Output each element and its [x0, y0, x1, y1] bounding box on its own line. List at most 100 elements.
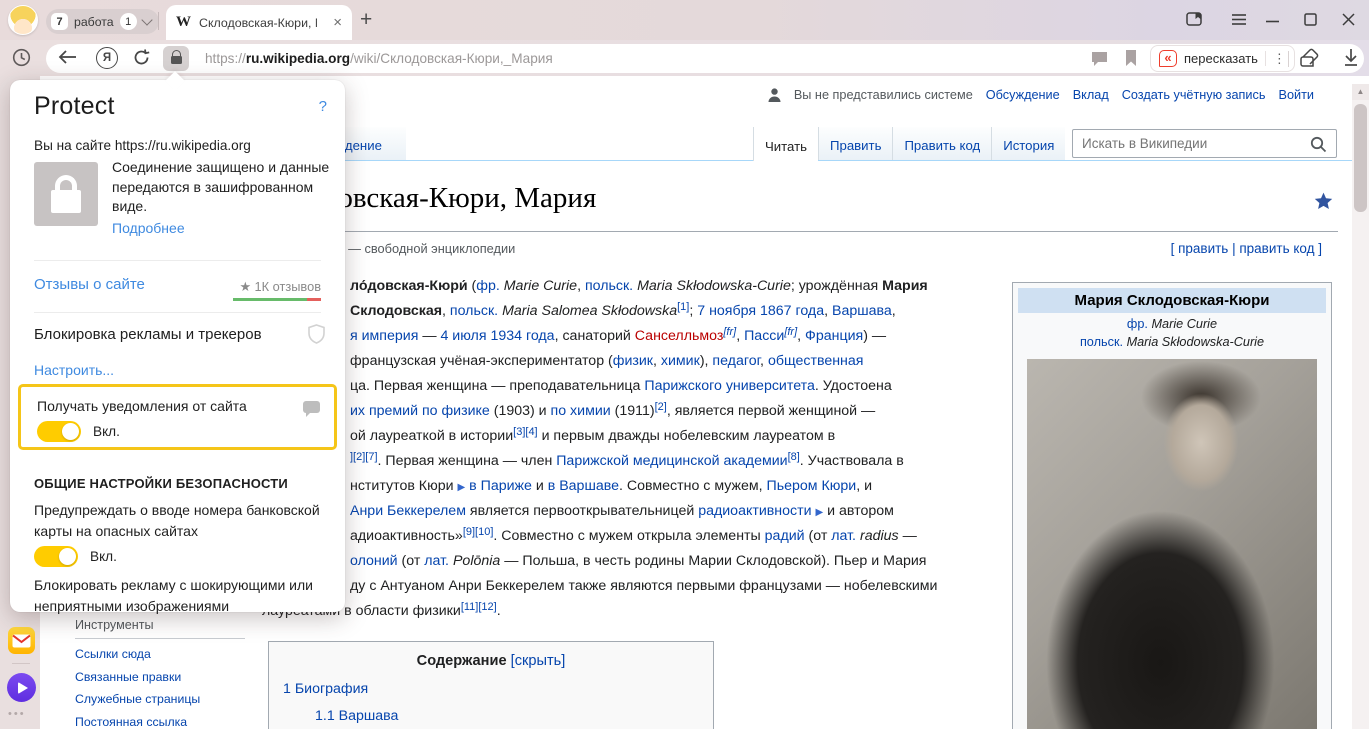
wiki-link[interactable]: 4 июля [440, 328, 486, 344]
card-warning-toggle[interactable] [34, 546, 78, 567]
tab-edit-source[interactable]: Править код [892, 127, 991, 160]
retell-more-icon[interactable]: ⋮ [1273, 51, 1286, 67]
wiki-link[interactable]: [2] [655, 401, 667, 413]
active-browser-tab[interactable]: W Склодовская-Кюри, Ма × [166, 5, 352, 40]
wiki-link[interactable]: фр. [476, 278, 500, 294]
wiki-link[interactable]: олоний [350, 553, 398, 569]
scrollbar[interactable]: ▲ [1352, 84, 1369, 729]
notifications-toggle[interactable] [37, 421, 81, 442]
minimize-button[interactable] [1266, 20, 1279, 23]
wiki-link[interactable]: 7 ноября [697, 303, 756, 319]
menu-icon[interactable] [1231, 13, 1247, 26]
personal-link-talk[interactable]: Обсуждение [986, 88, 1060, 102]
wiki-link[interactable]: лат. [424, 553, 449, 569]
wiki-link[interactable]: общественная [768, 353, 864, 369]
screen: Вы не представились системе Обсуждение В… [0, 0, 1369, 729]
retell-button[interactable]: « пересказать ⋮ [1150, 45, 1295, 72]
maximize-button[interactable] [1304, 13, 1317, 26]
alice-assistant-icon[interactable] [7, 673, 36, 702]
article-text-line: ду с Антуаном Анри Беккерелем также явля… [350, 574, 937, 599]
close-window-button[interactable] [1342, 13, 1355, 26]
wiki-link[interactable]: Франция [805, 328, 863, 344]
wiki-link[interactable]: химик [661, 353, 700, 369]
watch-star-icon[interactable] [1314, 192, 1333, 210]
history-clock-icon[interactable] [12, 48, 31, 67]
tool-link-relatedchanges[interactable]: Связанные правки [75, 670, 245, 684]
wiki-link[interactable]: радий [765, 528, 805, 544]
wiki-link[interactable]: Санселльмоз [635, 328, 724, 344]
wiki-link[interactable]: Парижского университета [644, 378, 814, 394]
lock-icon[interactable] [163, 46, 189, 71]
search-icon[interactable] [1310, 136, 1327, 153]
tool-link-permalink[interactable]: Постоянная ссылка [75, 715, 245, 729]
yandex-home-icon[interactable]: Я [96, 47, 118, 69]
mail-icon[interactable] [8, 627, 35, 654]
configure-link[interactable]: Настроить... [34, 362, 114, 378]
tab-edit[interactable]: Править [818, 127, 892, 160]
bookmark-icon[interactable] [1124, 49, 1138, 67]
scrollbar-thumb[interactable] [1354, 104, 1367, 212]
wiki-link[interactable]: по химии [551, 403, 611, 419]
wiki-link[interactable]: в Варшаве [548, 478, 619, 494]
sidebar-more-icon[interactable]: ••• [8, 708, 26, 720]
wiki-link[interactable]: [11][12] [461, 601, 497, 613]
wiki-link[interactable]: Парижской медицинской академии [556, 453, 787, 469]
tool-link-whatlinkshere[interactable]: Ссылки сюда [75, 647, 245, 661]
tool-link-specialpages[interactable]: Служебные страницы [75, 692, 245, 706]
personal-link-contribs[interactable]: Вклад [1073, 88, 1109, 102]
wiki-link[interactable]: Варшава [832, 303, 892, 319]
wiki-link[interactable]: 1934 года [490, 328, 554, 344]
wiki-link[interactable]: [9][10] [463, 526, 494, 538]
wiki-link[interactable]: лат. [831, 528, 856, 544]
wiki-link[interactable]: педагог [712, 353, 760, 369]
wiki-link[interactable]: польск. [585, 278, 633, 294]
help-link[interactable]: ? [319, 98, 327, 115]
profile-avatar[interactable] [8, 5, 38, 35]
collections-icon[interactable] [1300, 48, 1322, 68]
details-link[interactable]: Подробнее [112, 220, 185, 236]
comment-icon[interactable] [1090, 50, 1109, 67]
wiki-link[interactable]: [3][4] [513, 426, 537, 438]
wiki-link[interactable]: я империя [350, 328, 418, 344]
tab-history[interactable]: История [991, 127, 1065, 160]
wiki-link[interactable]: в Париже [469, 478, 532, 494]
wiki-link[interactable]: [fr] [723, 326, 736, 338]
new-tab-button[interactable]: + [360, 8, 372, 32]
portrait-photo[interactable] [1027, 359, 1317, 729]
scrollbar-up-arrow[interactable]: ▲ [1352, 84, 1369, 100]
site-reviews-link[interactable]: Отзывы о сайте [34, 276, 145, 293]
fr-lang-link[interactable]: фр. [1127, 317, 1148, 331]
wiki-link[interactable]: [1] [677, 301, 689, 313]
section-edit-links[interactable]: [ править | править код ] [1171, 241, 1322, 256]
wiki-link[interactable]: 1867 года [760, 303, 824, 319]
wiki-link[interactable]: Анри Беккерелем [350, 503, 466, 519]
pl-lang-link[interactable]: польск. [1080, 335, 1123, 349]
toc-hide-link[interactable]: [скрыть] [511, 653, 566, 669]
wiki-link[interactable]: [fr] [784, 326, 797, 338]
reload-icon[interactable] [132, 48, 151, 67]
wiki-link[interactable]: их премий по физике [350, 403, 490, 419]
personal-link-createaccount[interactable]: Создать учётную запись [1122, 88, 1266, 102]
wiki-link[interactable]: ][2][7] [350, 451, 378, 463]
wiki-link[interactable]: физик [613, 353, 653, 369]
chevron-down-icon[interactable] [141, 14, 152, 25]
back-arrow-icon[interactable] [58, 49, 77, 65]
reviews-count[interactable]: ★ 1К отзывов [239, 279, 321, 295]
tab-group-pill[interactable]: 7 работа 1 [46, 9, 159, 34]
toc-item-biography[interactable]: 1 Биография [283, 681, 713, 697]
personal-link-login[interactable]: Войти [1278, 88, 1314, 102]
tab-close-icon[interactable]: × [333, 15, 342, 30]
wiki-link[interactable]: [8] [788, 451, 800, 463]
side-panel-icon[interactable] [1185, 10, 1203, 28]
tab-read[interactable]: Читать [753, 127, 818, 161]
article-text: , [653, 353, 661, 369]
search-input[interactable] [1072, 129, 1337, 158]
wiki-link[interactable]: радиоактивности [698, 503, 811, 519]
wiki-link[interactable]: польск. [450, 303, 498, 319]
wiki-link[interactable]: Пасси [744, 328, 784, 344]
toc-item-warsaw[interactable]: 1.1 Варшава [315, 708, 713, 724]
download-icon[interactable] [1343, 48, 1359, 67]
url-text[interactable]: https://ru.wikipedia.org/wiki/Склодовска… [205, 51, 553, 66]
wiki-link[interactable]: Пьером Кюри [767, 478, 857, 494]
article-text: ; урождённая [791, 278, 882, 294]
